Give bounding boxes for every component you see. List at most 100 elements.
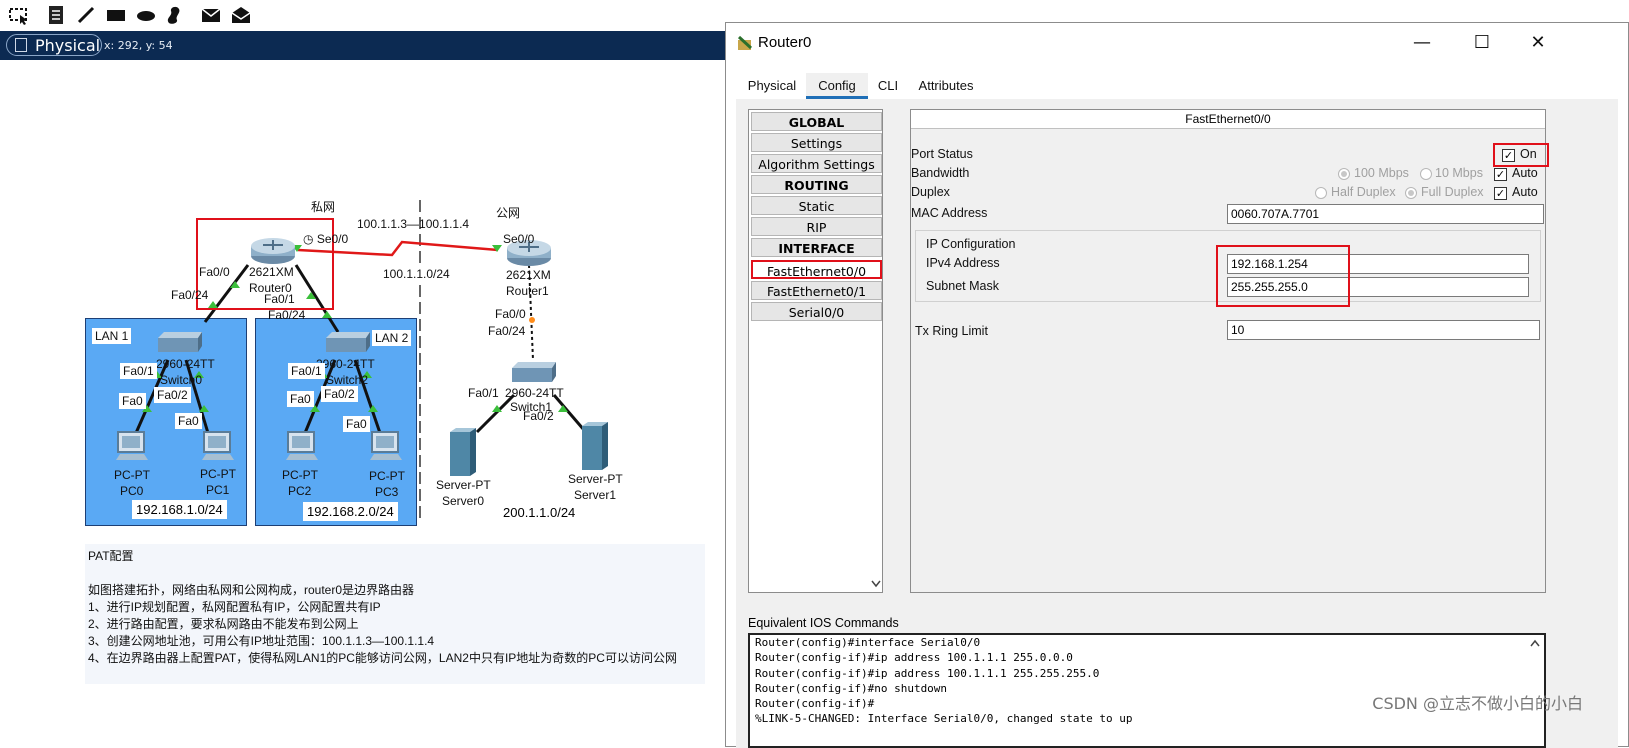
router1-fa0-port: Fa0/0 bbox=[495, 307, 526, 321]
notes-line: 1、进行IP规划配置，私网配置私有IP，公网配置共有IP bbox=[88, 600, 381, 614]
watermark: CSDN @立志不做小白的小白 bbox=[1372, 694, 1583, 713]
router1-se-port: Se0/0 bbox=[503, 232, 535, 246]
full-duplex-label: Full Duplex bbox=[1421, 185, 1484, 199]
nav-item-rip[interactable]: RIP bbox=[751, 217, 882, 236]
config-nav-panel: GLOBAL Settings Algorithm Settings ROUTI… bbox=[748, 109, 883, 593]
server0-type: Server-PT bbox=[436, 478, 491, 492]
bandwidth-auto-label: Auto bbox=[1512, 166, 1538, 180]
nav-item-serial0-0[interactable]: Serial0/0 bbox=[751, 302, 882, 321]
workspace-toolbar bbox=[0, 0, 720, 30]
tab-config[interactable]: Config bbox=[806, 73, 868, 99]
duplex-auto-label: Auto bbox=[1512, 185, 1538, 199]
tab-attributes[interactable]: Attributes bbox=[908, 73, 984, 99]
ip-config-title: IP Configuration bbox=[926, 237, 1016, 251]
switch0-uplink-port: Fa0/24 bbox=[171, 288, 209, 302]
duplex-auto-checkbox[interactable]: ✓ bbox=[1494, 187, 1507, 200]
ipv4-label: IPv4 Address bbox=[926, 256, 1000, 270]
pc0-type: PC-PT bbox=[114, 468, 150, 482]
pc2-icon[interactable] bbox=[284, 430, 320, 466]
select-region-icon[interactable] bbox=[8, 4, 30, 26]
router0-fa1-port: Fa0/1 bbox=[264, 292, 295, 306]
bandwidth-auto-checkbox[interactable]: ✓ bbox=[1494, 168, 1507, 181]
dialog-tabs: Physical Config CLI Attributes bbox=[736, 73, 986, 99]
nav-item-settings[interactable]: Settings bbox=[751, 133, 882, 152]
minimize-button[interactable]: — bbox=[1402, 29, 1442, 57]
full-duplex-radio[interactable] bbox=[1405, 187, 1417, 199]
interface-config-panel: FastEthernet0/0 Port Status ✓ On Bandwid… bbox=[910, 109, 1549, 593]
router0-fa0-port: Fa0/0 bbox=[199, 265, 230, 279]
switch0-p2: Fa0/2 bbox=[154, 387, 191, 403]
notes-line: 2、进行路由配置，要求私网路由不能发布到公网上 bbox=[88, 617, 359, 631]
pc2-name: PC2 bbox=[288, 484, 312, 498]
switch2-icon[interactable] bbox=[320, 330, 372, 358]
switch0-name: Switch0 bbox=[160, 373, 203, 387]
server1-icon[interactable] bbox=[578, 420, 610, 472]
pc3-port: Fa0 bbox=[343, 416, 370, 432]
note-icon[interactable] bbox=[45, 4, 67, 26]
server1-name: Server1 bbox=[574, 488, 617, 502]
pc1-name: PC1 bbox=[206, 483, 230, 497]
pc3-name: PC3 bbox=[375, 485, 399, 499]
router0-model: 2621XM bbox=[249, 265, 294, 279]
pc0-icon[interactable] bbox=[114, 430, 150, 466]
notes-line: 4、在边界路由器上配置PAT，使得私网LAN1的PC能够访问公网，LAN2中只有… bbox=[88, 651, 677, 665]
cursor-coordinates: x: 292, y: 54 bbox=[104, 39, 173, 52]
port-status-label: Port Status bbox=[911, 147, 973, 161]
half-duplex-radio[interactable] bbox=[1315, 187, 1327, 199]
nav-interface-header[interactable]: INTERFACE bbox=[751, 238, 882, 257]
bandwidth-label: Bandwidth bbox=[911, 166, 970, 180]
public-network: 200.1.1.0/24 bbox=[499, 503, 580, 522]
ellipse-icon[interactable] bbox=[135, 4, 157, 26]
router1-name: Router1 bbox=[506, 284, 549, 298]
simple-pdu-icon[interactable] bbox=[200, 4, 222, 26]
router0-dialog: Router0 — ☐ ✕ Physical Config CLI Attrib… bbox=[725, 22, 1629, 748]
switch1-model: 2960-24TT bbox=[505, 386, 564, 400]
bandwidth-100-radio[interactable] bbox=[1338, 168, 1350, 180]
lan1-network: 192.168.1.0/24 bbox=[132, 500, 227, 519]
switch1-uplink-port: Fa0/24 bbox=[488, 324, 526, 338]
pc1-icon[interactable] bbox=[200, 430, 236, 466]
scroll-up-icon[interactable] bbox=[1530, 639, 1540, 647]
switch1-icon[interactable] bbox=[506, 360, 558, 388]
server0-icon[interactable] bbox=[446, 426, 478, 478]
private-net-label: 私网 bbox=[311, 200, 336, 214]
pc2-type: PC-PT bbox=[282, 468, 318, 482]
task-notes[interactable]: PAT配置 如图搭建拓扑，网络由私网和公网构成，router0是边界路由器 1、… bbox=[85, 544, 705, 684]
lan1-label: LAN 1 bbox=[92, 328, 132, 344]
mac-address-field[interactable]: 0060.707A.7701 bbox=[1227, 204, 1544, 224]
nav-item-static[interactable]: Static bbox=[751, 196, 882, 215]
close-button[interactable]: ✕ bbox=[1518, 29, 1558, 57]
tab-physical[interactable]: Physical bbox=[738, 73, 806, 99]
dialog-title: Router0 bbox=[758, 34, 812, 51]
nav-item-algorithm-settings[interactable]: Algorithm Settings bbox=[751, 154, 882, 173]
freeform-icon[interactable] bbox=[163, 4, 185, 26]
pc0-port: Fa0 bbox=[119, 393, 146, 409]
chevron-down-icon[interactable] bbox=[871, 580, 881, 588]
bandwidth-10-label: 10 Mbps bbox=[1435, 166, 1483, 180]
nav-item-fastethernet0-1[interactable]: FastEthernet0/1 bbox=[751, 281, 882, 300]
line-icon[interactable] bbox=[75, 4, 97, 26]
server0-name: Server0 bbox=[442, 494, 485, 508]
tx-ring-limit-field[interactable]: 10 bbox=[1227, 320, 1540, 340]
dialog-title-bar[interactable]: Router0 — ☐ ✕ bbox=[726, 23, 1628, 63]
console-line: Router(config-if)#ip address 100.1.1.1 2… bbox=[755, 651, 1073, 665]
ip-configuration-group: IP Configuration IPv4 Address 192.168.1.… bbox=[915, 230, 1541, 307]
rectangle-icon[interactable] bbox=[105, 4, 127, 26]
nav-item-fastethernet0-0[interactable]: FastEthernet0/0 bbox=[751, 260, 882, 279]
switch0-icon[interactable] bbox=[152, 330, 204, 358]
nav-routing-header[interactable]: ROUTING bbox=[751, 175, 882, 194]
physical-mode-button[interactable]: Physical bbox=[6, 34, 102, 56]
tab-cli[interactable]: CLI bbox=[868, 73, 908, 99]
maximize-button[interactable]: ☐ bbox=[1462, 29, 1502, 57]
switch0-p1: Fa0/1 bbox=[120, 363, 157, 379]
pc0-name: PC0 bbox=[120, 484, 144, 498]
complex-pdu-icon[interactable] bbox=[230, 4, 252, 26]
pc1-port: Fa0 bbox=[175, 413, 202, 429]
switch1-p2: Fa0/2 bbox=[523, 409, 554, 423]
physical-mode-label: Physical bbox=[35, 36, 101, 55]
bandwidth-100-label: 100 Mbps bbox=[1354, 166, 1409, 180]
bandwidth-10-radio[interactable] bbox=[1420, 168, 1432, 180]
nav-global-header[interactable]: GLOBAL bbox=[751, 112, 882, 131]
packet-tracer-icon bbox=[737, 35, 753, 50]
pc3-icon[interactable] bbox=[368, 430, 404, 466]
